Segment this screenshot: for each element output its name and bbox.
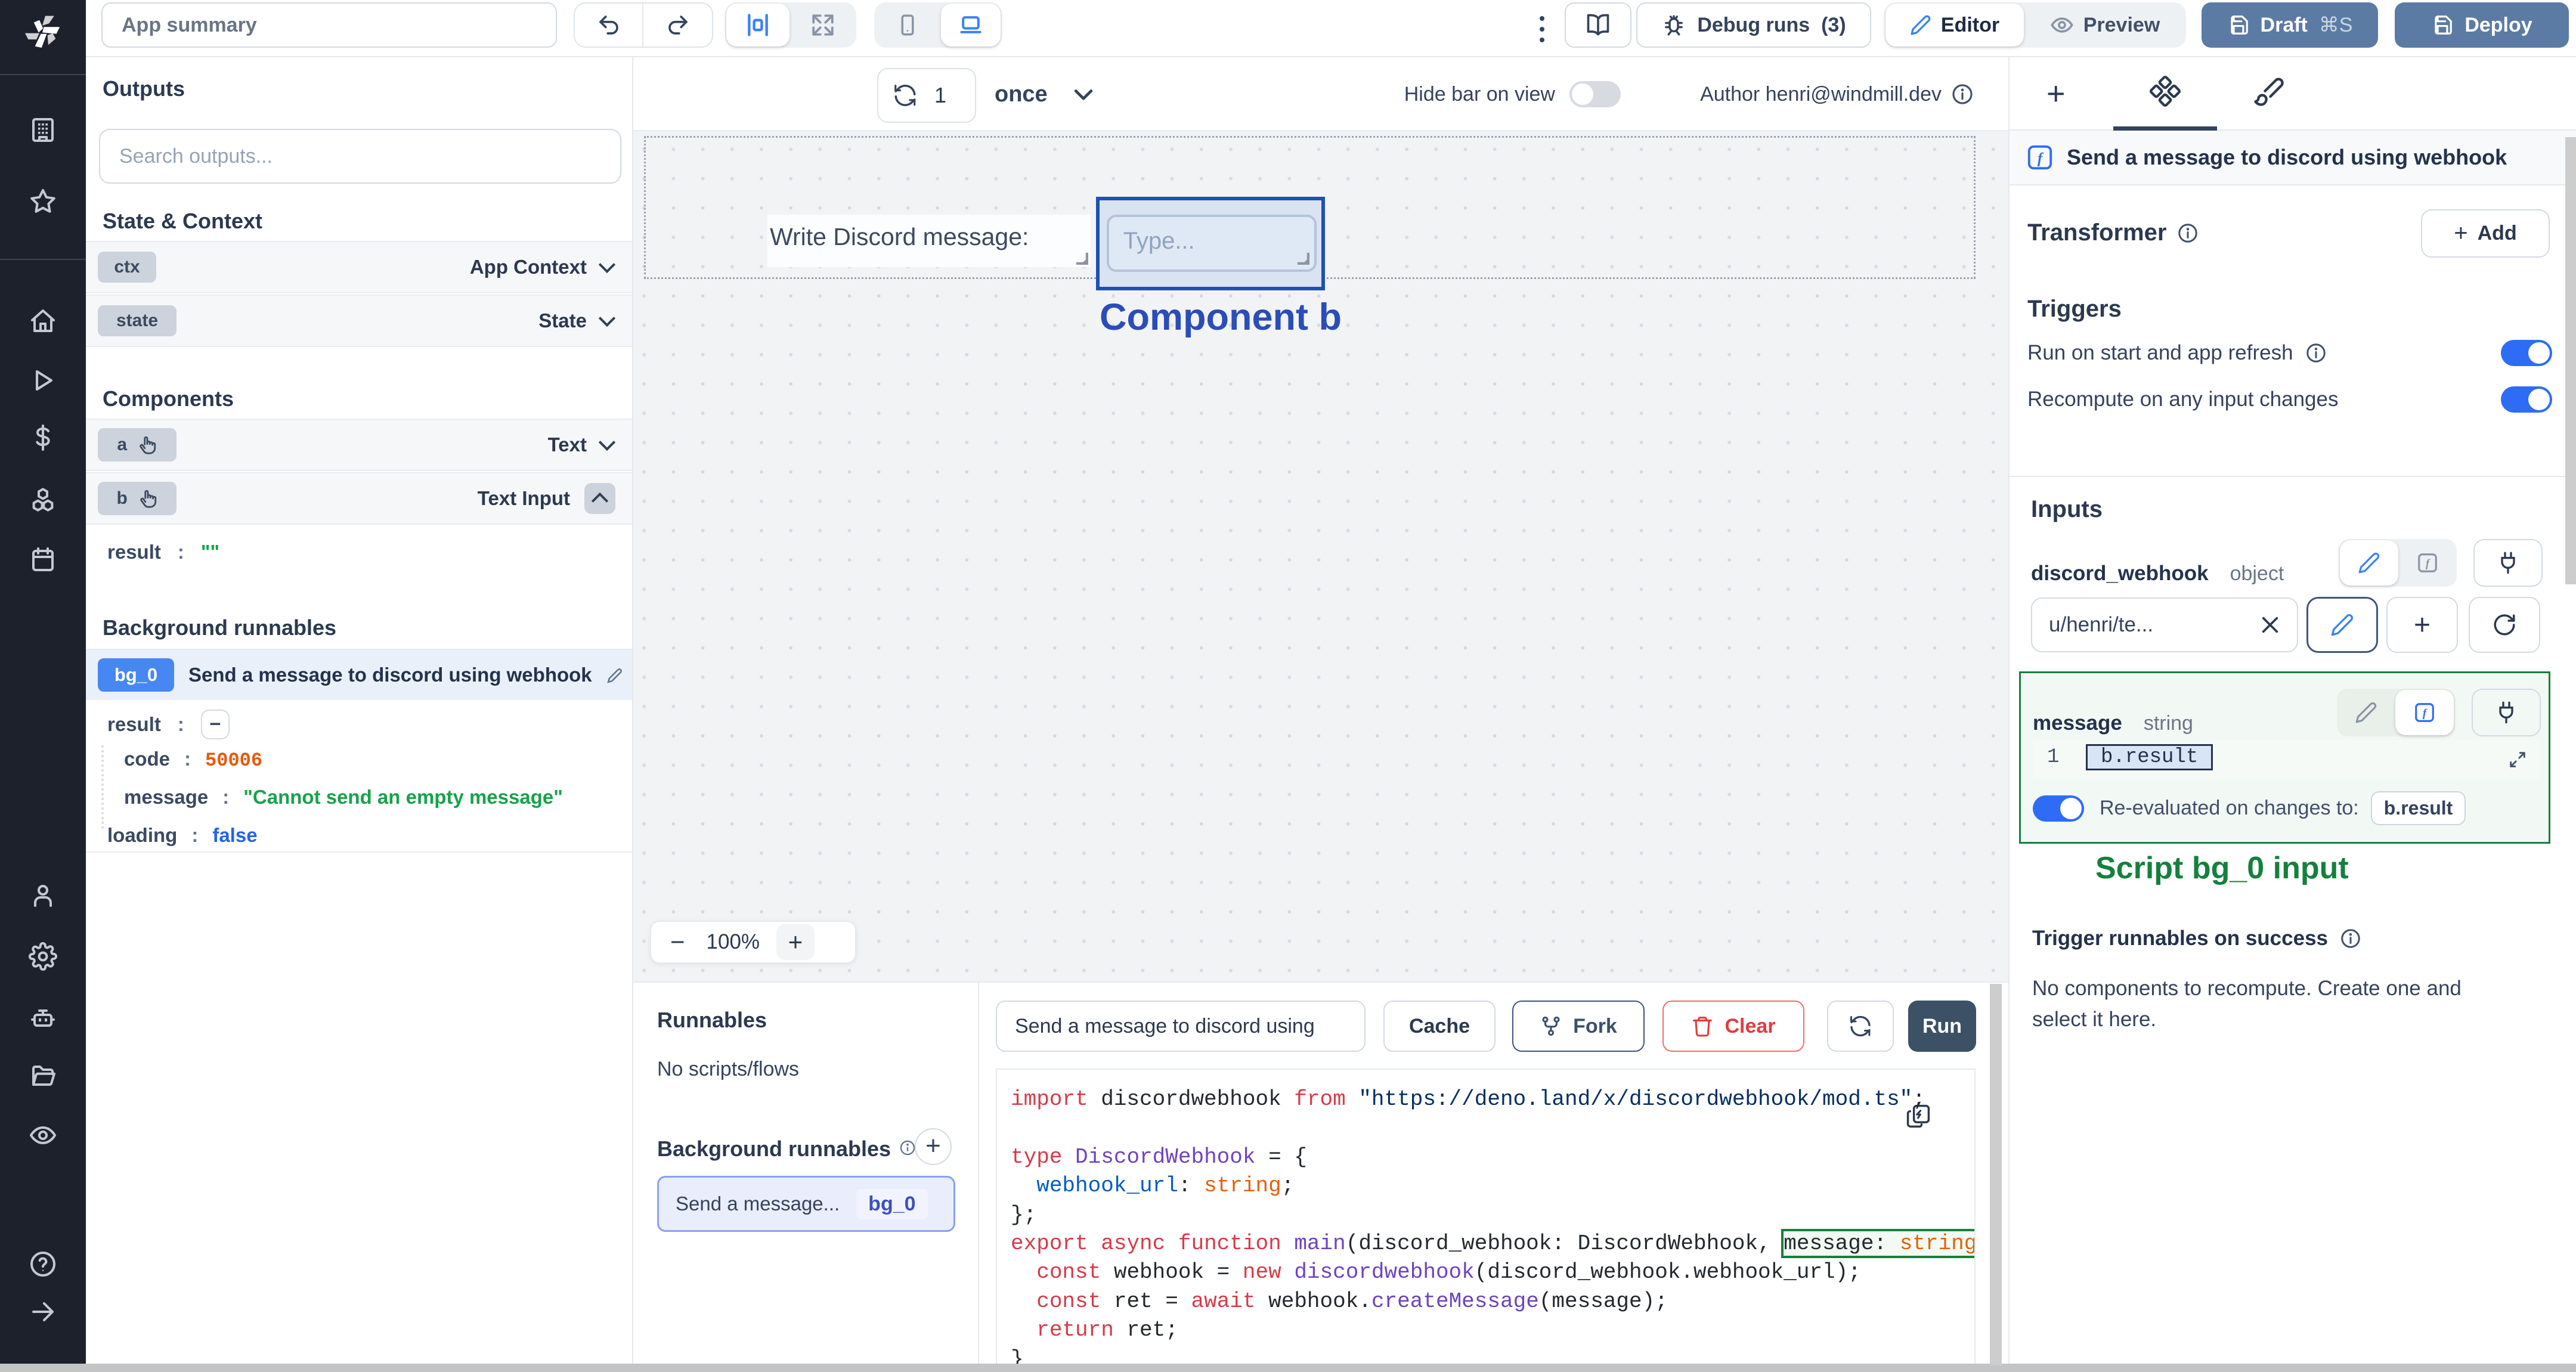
svg-text:f: f <box>2423 707 2428 720</box>
svg-text:f: f <box>2038 151 2044 167</box>
svg-text:f: f <box>2426 558 2431 570</box>
